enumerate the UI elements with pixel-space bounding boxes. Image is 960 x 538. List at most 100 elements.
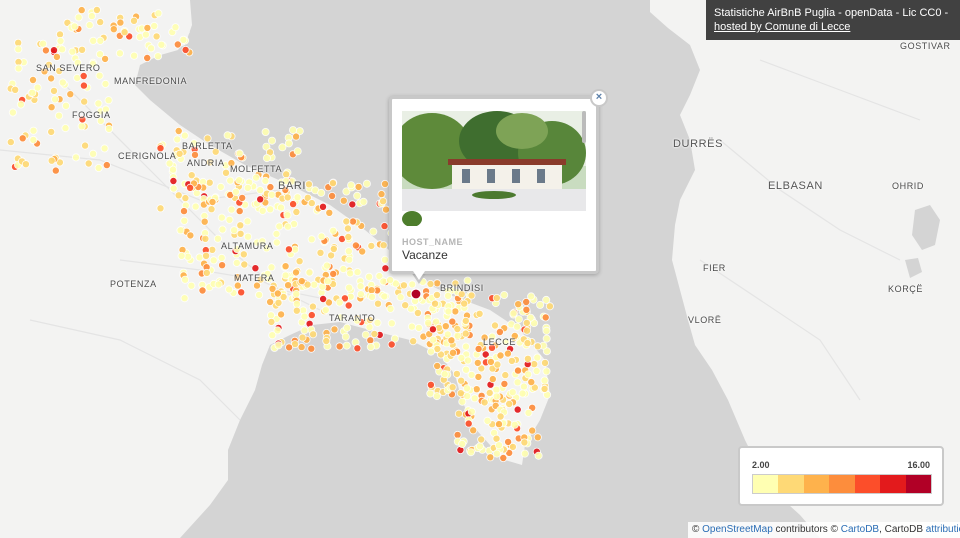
listing-dot[interactable] [522,318,531,327]
listing-dot[interactable] [55,111,64,120]
listing-dot[interactable] [116,18,125,27]
listing-dot[interactable] [381,264,390,273]
listing-dot[interactable] [359,197,368,206]
listing-dot[interactable] [440,370,449,379]
listing-dot[interactable] [341,332,350,341]
listing-dot[interactable] [129,16,138,25]
listing-dot[interactable] [243,217,252,226]
listing-dot[interactable] [225,215,234,224]
listing-dot[interactable] [448,348,457,357]
listing-dot[interactable] [198,286,207,295]
listing-dot[interactable] [399,281,408,290]
listing-dot[interactable] [230,226,239,235]
comune-di-lecce-link[interactable]: hosted by Comune di Lecce [714,21,850,33]
listing-dot[interactable] [454,409,463,418]
listing-dot[interactable] [524,370,533,379]
listing-dot[interactable] [351,241,360,250]
listing-dot[interactable] [483,416,492,425]
listing-dot[interactable] [514,315,523,324]
listing-dot[interactable] [329,244,338,253]
listing-dot[interactable] [47,127,56,136]
listing-dot[interactable] [500,290,509,299]
listing-dot[interactable] [266,311,275,320]
listing-dot[interactable] [29,126,38,135]
listing-dot[interactable] [460,299,469,308]
listing-dot[interactable] [21,160,30,169]
listing-dot[interactable] [104,96,113,105]
listing-dot[interactable] [540,376,549,385]
listing-dot[interactable] [527,292,536,301]
listing-dot[interactable] [534,451,543,460]
listing-dot[interactable] [169,176,178,185]
listing-dot[interactable] [292,306,301,315]
listing-dot[interactable] [216,182,225,191]
listing-dot[interactable] [201,234,210,243]
listing-dot[interactable] [282,170,291,179]
listing-dot[interactable] [173,40,182,49]
listing-dot[interactable] [486,453,495,462]
listing-dot[interactable] [115,49,124,58]
listing-dot[interactable] [267,263,276,272]
listing-dot[interactable] [255,290,264,299]
listing-dot[interactable] [214,280,223,289]
listing-dot[interactable] [33,83,42,92]
listing-dot[interactable] [94,99,103,108]
listing-dot[interactable] [256,186,265,195]
listing-dot[interactable] [217,253,226,262]
listing-dot[interactable] [180,131,189,140]
listing-dot[interactable] [492,385,501,394]
listing-dot[interactable] [379,197,388,206]
listing-dot[interactable] [232,258,241,267]
listing-dot[interactable] [475,442,484,451]
listing-dot[interactable] [524,408,533,417]
listing-dot[interactable] [274,341,283,350]
listing-dot[interactable] [236,229,245,238]
listing-dot[interactable] [379,277,388,286]
listing-dot[interactable] [323,277,332,286]
listing-dot[interactable] [463,356,472,365]
listing-dot[interactable] [109,25,118,34]
listing-dot[interactable] [225,285,234,294]
listing-dot[interactable] [77,6,86,15]
listing-dot[interactable] [58,78,67,87]
listing-dot[interactable] [278,143,287,152]
listing-dot[interactable] [218,261,227,270]
listing-dot[interactable] [342,217,351,226]
listing-dot[interactable] [39,39,48,48]
listing-dot[interactable] [342,341,351,350]
listing-dot[interactable] [70,22,79,31]
listing-dot[interactable] [297,277,306,286]
listing-dot[interactable] [426,380,435,389]
listing-dot[interactable] [307,344,316,353]
listing-dot[interactable] [100,144,109,153]
listing-dot[interactable] [283,222,292,231]
listing-dot[interactable] [329,269,338,278]
listing-dot[interactable] [283,211,292,220]
listing-dot[interactable] [461,342,470,351]
listing-dot[interactable] [47,103,56,112]
listing-dot[interactable] [240,260,249,269]
listing-dot[interactable] [262,154,271,163]
listing-dot[interactable] [179,207,188,216]
listing-dot[interactable] [101,79,110,88]
listing-dot[interactable] [456,389,465,398]
listing-dot[interactable] [154,9,163,18]
listing-dot[interactable] [277,310,286,319]
listing-dot[interactable] [500,379,509,388]
listing-dot[interactable] [207,205,216,214]
listing-dot[interactable] [461,329,470,338]
listing-dot[interactable] [386,304,395,313]
listing-dot[interactable] [444,291,453,300]
listing-dot[interactable] [462,384,471,393]
listing-dot[interactable] [424,318,433,327]
listing-dot[interactable] [243,183,252,192]
listing-dot[interactable] [62,101,71,110]
listing-dot[interactable] [496,412,505,421]
listing-dot[interactable] [261,127,270,136]
listing-dot[interactable] [66,90,75,99]
listing-dot[interactable] [73,73,82,82]
listing-dot[interactable] [52,52,61,61]
listing-dot[interactable] [226,176,235,185]
popup-scrollbar[interactable] [582,111,586,143]
listing-dot[interactable] [187,281,196,290]
